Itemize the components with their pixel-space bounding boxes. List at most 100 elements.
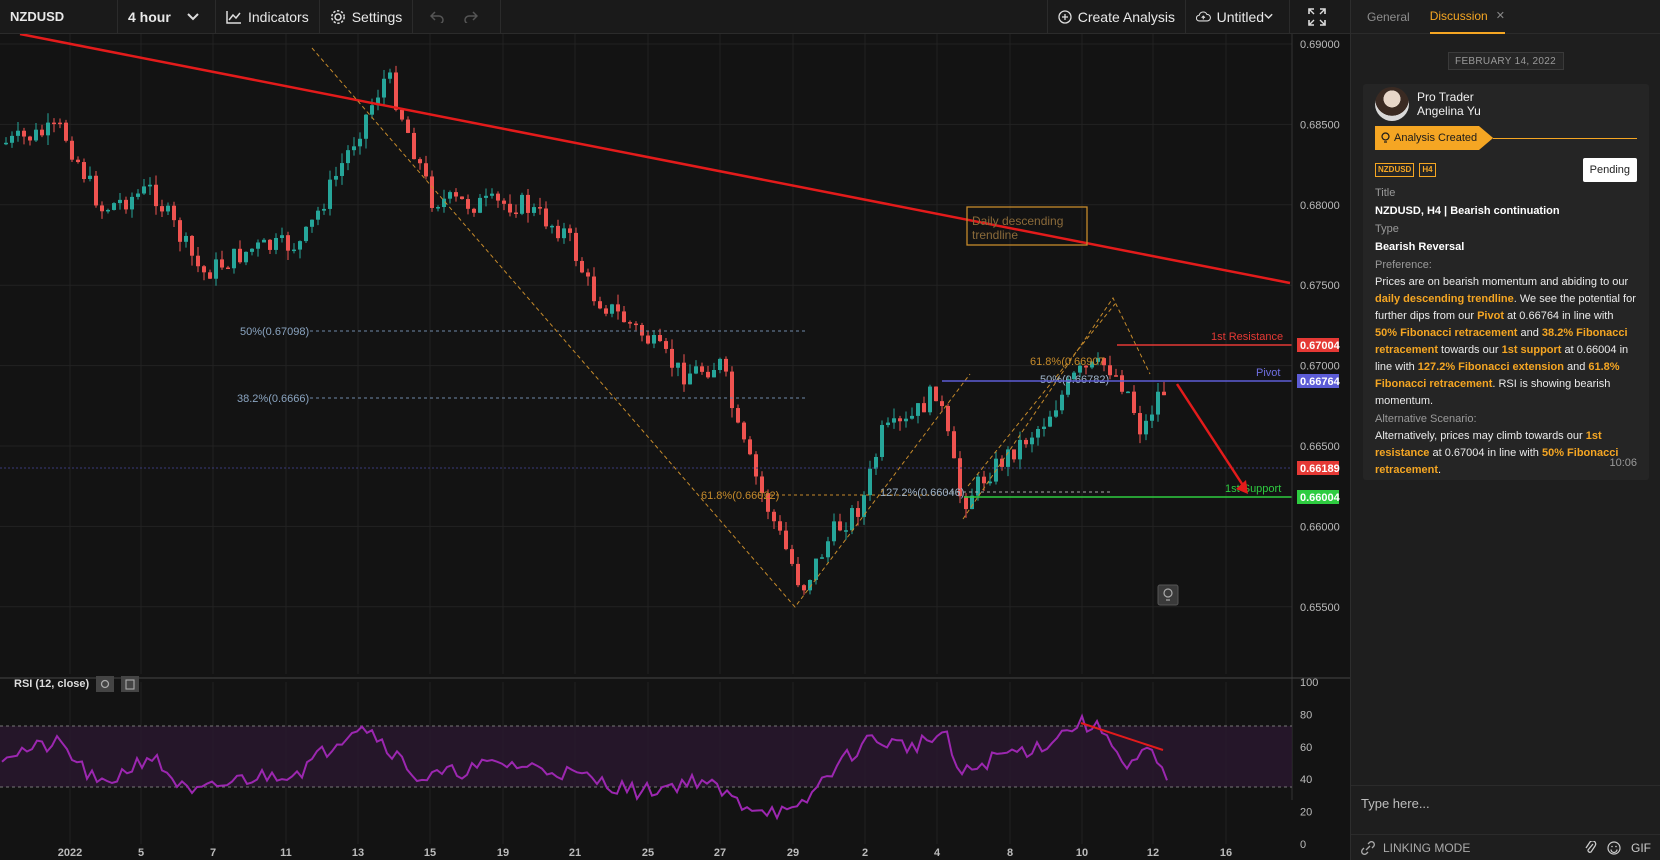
attachment-icon[interactable] [1585,840,1597,855]
tab-discussion[interactable]: Discussion ✕ [1429,0,1505,34]
candle-body [514,212,518,215]
candle-body [940,401,944,406]
author-name[interactable]: Angelina Yu [1417,104,1481,118]
redo-icon[interactable] [463,10,478,23]
create-analysis-label: Create Analysis [1077,8,1175,25]
candle-body [526,194,530,213]
resistance-price: 0.67004 [1300,340,1341,352]
candle-body [610,304,614,314]
candle-body [430,176,434,208]
chart-canvas[interactable]: Daily descending trendline 50%(0.67098) … [0,32,1350,860]
candle-body [820,557,824,559]
settings-button[interactable]: Settings [320,0,414,34]
abcd-pattern-right-inner [967,303,1116,487]
candle-body [706,371,710,378]
candle-body [1018,439,1022,460]
layout-selector[interactable]: Untitled [1186,0,1290,34]
candle-body [454,192,458,197]
indicators-label: Indicators [248,8,309,25]
candle-body [892,418,896,423]
candle-body [910,415,914,419]
candle-body [856,508,860,517]
linking-mode-label[interactable]: LINKING MODE [1383,841,1470,855]
candle-body [538,207,542,209]
candle-body [772,511,776,522]
author-info: Pro Trader Angelina Yu [1417,90,1481,118]
candle-body [58,122,62,125]
undo-icon[interactable] [430,10,444,23]
symbol-tag: NZDUSD [1375,163,1415,177]
rsi-settings-icon [96,676,114,692]
candle-body [394,72,398,110]
symbol-selector[interactable]: NZDUSD [0,0,118,34]
interval-selector[interactable]: 4 hour [118,0,216,34]
fib-618-label: 61.8%(0.66022) [701,490,779,502]
rsi-tick-label: 100 [1300,677,1318,689]
candle-body [946,405,950,432]
rsi-tick-label: 60 [1300,742,1312,754]
candle-body [1030,437,1034,445]
candle-body [106,209,110,212]
trendline-note-line-2: trendline [972,228,1018,242]
message-input[interactable]: Type here... [1351,785,1660,819]
rsi-axis: 100 80 60 40 20 0 [1300,677,1318,851]
date-tick-label: 11 [280,847,292,859]
candle-body [286,235,290,251]
close-icon[interactable]: ✕ [1496,9,1505,22]
candle-body [1156,391,1160,415]
date-tick-label: 10 [1076,847,1088,859]
candle-body [928,386,932,413]
candle-body [484,195,488,198]
candle-body [790,549,794,564]
tab-discussion-label: Discussion [1429,8,1488,23]
indicators-button[interactable]: Indicators [216,0,320,34]
candle-body [358,138,362,147]
price-chart[interactable]: Daily descending trendline 50%(0.67098) … [0,32,1350,860]
candle-body [1126,391,1130,394]
price-tick-label: 0.67000 [1300,361,1340,373]
emoji-icon[interactable] [1607,840,1621,855]
candle-body [160,206,164,212]
create-analysis-button[interactable]: Create Analysis [1048,0,1186,34]
candle-body [418,159,422,164]
candle-body [664,341,668,349]
candle-body [1024,439,1028,445]
daily-descending-trendline [19,32,1291,285]
candle-body [412,132,416,160]
fib-382-label: 38.2%(0.6666) [237,393,309,405]
candle-body [28,136,32,141]
link-icon[interactable] [1361,840,1375,855]
candle-body [316,210,320,220]
candle-body [466,199,470,209]
tab-general[interactable]: General [1367,0,1410,34]
price-tick-label: 0.67500 [1300,280,1340,292]
candle-body [934,386,938,402]
candle-body [112,203,116,210]
rsi-tick-label: 20 [1300,807,1312,819]
candle-body [70,140,74,160]
panel-footer: LINKING MODE GIF [1351,834,1660,860]
chevron-down-icon [1264,13,1273,20]
candle-body [718,358,722,370]
date-tick-label: 2 [862,847,868,859]
candle-body [124,199,128,210]
avatar[interactable] [1375,87,1409,121]
candle-body [1150,414,1154,421]
resistance-label: 1st Resistance [1211,331,1283,343]
price-tick-label: 0.69000 [1300,39,1340,51]
date-tick-label: 15 [424,847,436,859]
candle-body [574,232,578,261]
pending-status-button[interactable]: Pending [1582,158,1637,182]
fullscreen-button[interactable] [1290,0,1350,34]
interval-label: 4 hour [128,8,171,25]
title-label: Title [1375,187,1396,199]
candle-body [448,192,452,199]
gear-icon [330,9,345,24]
candle-body [1120,375,1124,392]
candle-body [94,175,98,206]
candle-body [370,105,374,115]
gif-button[interactable]: GIF [1631,841,1651,855]
layout-name: Untitled [1216,8,1265,25]
candle-body [382,78,386,98]
candle-body [1012,449,1016,460]
